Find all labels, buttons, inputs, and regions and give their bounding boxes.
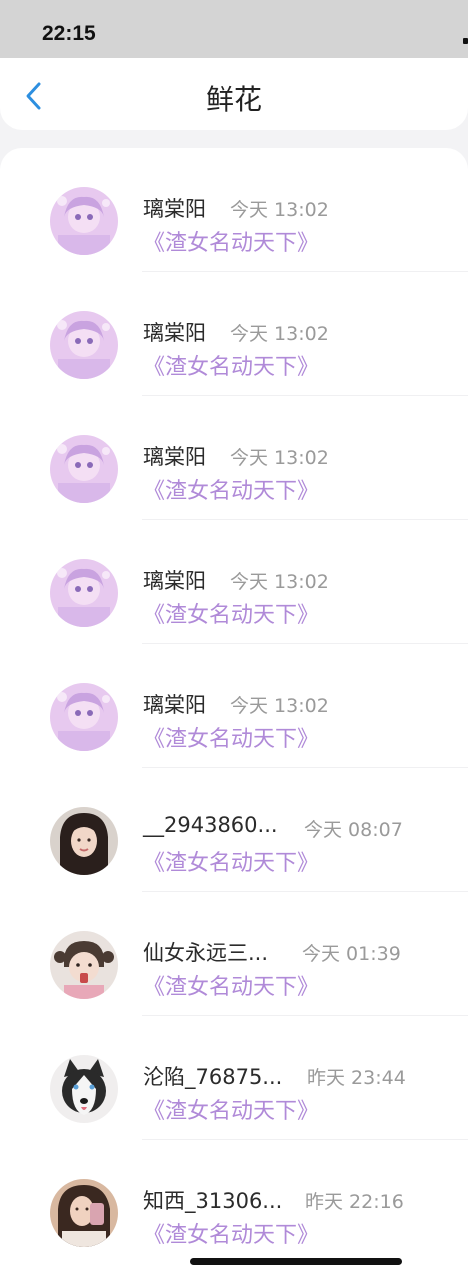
user-name: 璃棠阳 [143,321,206,345]
anime-avatar-icon[interactable] [50,683,118,751]
timestamp: 今天 13:02 [230,695,329,717]
woman-photo-avatar-icon[interactable] [50,807,118,875]
list-item[interactable]: __2943860... 今天 08:07 《渣女名动天下》 [0,768,468,892]
nav-bar: 鲜花 [0,58,468,130]
book-title[interactable]: 《渣女名动天下》 [143,597,319,629]
user-name: 仙女永远三... [143,941,269,965]
timestamp: 今天 13:02 [230,323,329,345]
user-name: 璃棠阳 [143,197,206,221]
page-title: 鲜花 [205,83,262,116]
list-item[interactable]: 璃棠阳 今天 13:02 《渣女名动天下》 [0,396,468,520]
book-title[interactable]: 《渣女名动天下》 [143,1093,319,1125]
status-bar: 22:15 [0,0,468,58]
husky-dog-avatar-icon[interactable] [50,1055,118,1123]
home-indicator[interactable] [190,1258,402,1265]
child-photo-avatar-icon[interactable] [50,931,118,999]
user-name: 璃棠阳 [143,569,206,593]
timestamp: 今天 13:02 [230,571,329,593]
user-name: 璃棠阳 [143,693,206,717]
book-title[interactable]: 《渣女名动天下》 [143,225,319,257]
book-title[interactable]: 《渣女名动天下》 [143,969,319,1001]
list-item[interactable]: 沦陷_76875... 昨天 23:44 《渣女名动天下》 [0,1016,468,1140]
user-name: 璃棠阳 [143,445,206,469]
list-item[interactable]: 知西_31306... 昨天 22:16 《渣女名动天下》 [0,1140,468,1264]
timestamp: 今天 13:02 [230,199,329,221]
timestamp: 昨天 22:16 [305,1191,404,1213]
user-name: 沦陷_76875... [143,1065,283,1089]
status-time: 22:15 [42,22,96,45]
selfie-photo-avatar-icon[interactable] [50,1179,118,1247]
book-title[interactable]: 《渣女名动天下》 [143,349,319,381]
book-title[interactable]: 《渣女名动天下》 [143,1217,319,1249]
user-name: 知西_31306... [143,1189,283,1213]
anime-avatar-icon[interactable] [50,311,118,379]
book-title[interactable]: 《渣女名动天下》 [143,845,319,877]
list-item[interactable]: 璃棠阳 今天 13:02 《渣女名动天下》 [0,520,468,644]
list-item[interactable]: 璃棠阳 今天 13:02 《渣女名动天下》 [0,644,468,768]
status-indicator-icon [463,38,468,44]
user-name: __2943860... [143,813,278,837]
timestamp: 今天 13:02 [230,447,329,469]
flower-list: 璃棠阳 今天 13:02 《渣女名动天下》 璃棠阳 今天 13:02 《渣女名动… [0,148,468,1280]
anime-avatar-icon[interactable] [50,435,118,503]
anime-avatar-icon[interactable] [50,187,118,255]
timestamp: 今天 01:39 [302,943,401,965]
list-item[interactable]: 璃棠阳 今天 13:02 《渣女名动天下》 [0,148,468,272]
timestamp: 今天 08:07 [304,819,403,841]
book-title[interactable]: 《渣女名动天下》 [143,473,319,505]
anime-avatar-icon[interactable] [50,559,118,627]
list-item[interactable]: 璃棠阳 今天 13:02 《渣女名动天下》 [0,272,468,396]
list-item[interactable]: 仙女永远三... 今天 01:39 《渣女名动天下》 [0,892,468,1016]
timestamp: 昨天 23:44 [307,1067,406,1089]
book-title[interactable]: 《渣女名动天下》 [143,721,319,753]
